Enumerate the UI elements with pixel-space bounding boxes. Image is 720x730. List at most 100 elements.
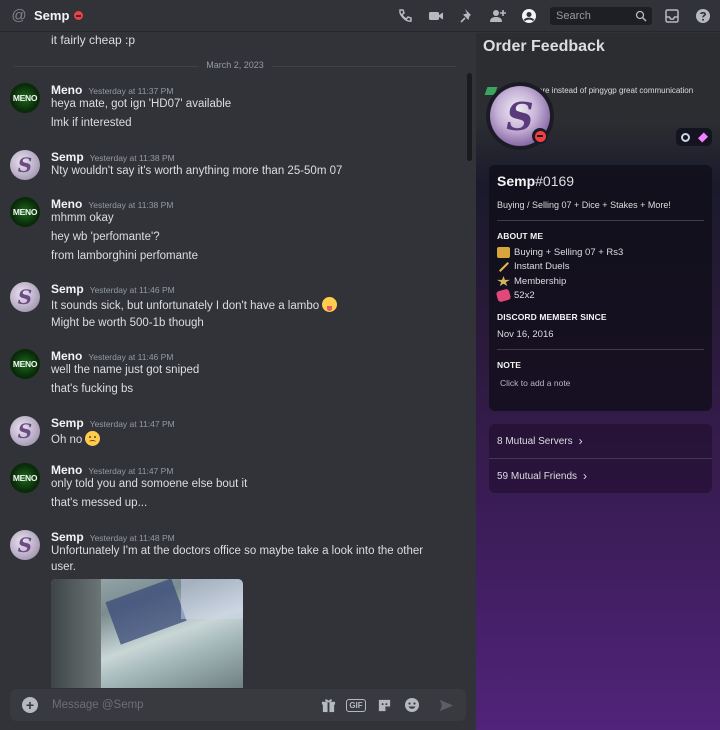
at-icon: @ bbox=[11, 6, 27, 24]
message-text: that's fucking bs bbox=[51, 383, 134, 395]
image-attachment[interactable] bbox=[51, 579, 243, 688]
date-divider-label: March 2, 2023 bbox=[198, 60, 272, 70]
mutuals-box: 8 Mutual Servers › 59 Mutual Friends › bbox=[489, 424, 712, 493]
message-text: hey wb 'perfomante'? bbox=[51, 231, 160, 243]
chevron-right-icon: › bbox=[583, 469, 588, 483]
message-text: It sounds sick, but unfortunately I don'… bbox=[51, 297, 338, 312]
user-profile-panel: Order Feedback ere instead of pingygp gr… bbox=[476, 33, 720, 730]
divider bbox=[497, 220, 704, 221]
custom-status: Buying / Selling 07 + Dice + Stakes + Mo… bbox=[497, 200, 671, 210]
dnd-status-icon bbox=[532, 128, 548, 144]
hypesquad-badge-icon[interactable] bbox=[680, 132, 690, 142]
avatar[interactable]: S bbox=[10, 282, 40, 312]
dnd-status-icon bbox=[74, 11, 84, 20]
sword-icon bbox=[497, 261, 510, 272]
send-icon[interactable] bbox=[436, 695, 456, 715]
search-box[interactable] bbox=[550, 7, 652, 25]
message-text: Nty wouldn't say it's worth anything mor… bbox=[51, 165, 343, 177]
message-author[interactable]: Semp bbox=[51, 150, 84, 164]
message-list[interactable]: it fairly cheap :p March 2, 2023 MENO Me… bbox=[0, 33, 475, 688]
message-text: mhmm okay bbox=[51, 212, 114, 224]
message-timestamp: Yesterday at 11:47 PM bbox=[89, 419, 175, 429]
message-text: well the name just got sniped bbox=[51, 364, 200, 376]
message-text: heya mate, got ign 'HD07' available bbox=[51, 98, 232, 110]
banner-text: ere instead of pingygp great communicati… bbox=[538, 86, 694, 95]
emoji-picker-icon[interactable] bbox=[402, 695, 422, 715]
avatar[interactable]: MENO bbox=[10, 83, 40, 113]
dm-header: @ Semp bbox=[0, 0, 720, 32]
about-line: Membership bbox=[497, 276, 566, 287]
pinned-messages-icon[interactable] bbox=[456, 5, 478, 27]
message-composer: + GIF bbox=[10, 689, 466, 721]
avatar[interactable]: MENO bbox=[10, 463, 40, 493]
message-timestamp: Yesterday at 11:48 PM bbox=[89, 533, 175, 543]
inbox-icon[interactable] bbox=[661, 5, 683, 27]
member-since-heading: DISCORD MEMBER SINCE bbox=[497, 312, 607, 322]
gif-icon[interactable]: GIF bbox=[346, 695, 366, 715]
frowning-emoji-icon bbox=[85, 431, 101, 446]
gift-icon[interactable] bbox=[318, 695, 338, 715]
message-text: it fairly cheap :p bbox=[51, 33, 136, 47]
message-text: Unfortunately I'm at the doctors office … bbox=[51, 545, 424, 573]
user-profile-icon[interactable] bbox=[518, 5, 540, 27]
message-text: only told you and somoene else bout it bbox=[51, 478, 248, 490]
voice-call-icon[interactable] bbox=[394, 5, 416, 27]
profile-card: Semp#0169 Buying / Selling 07 + Dice + S… bbox=[489, 165, 712, 411]
chevron-right-icon: › bbox=[578, 434, 583, 448]
discord-dm-window: @ Semp Search it fairly cheap:p March 2… bbox=[0, 0, 720, 730]
add-friends-to-dm-icon[interactable] bbox=[487, 5, 509, 27]
message-text: lmk if interested bbox=[51, 117, 132, 129]
about-line: Buying + Selling 07 + Rs3 bbox=[497, 247, 623, 258]
about-line: 52x2 bbox=[495, 288, 535, 303]
date-divider: March 2, 2023 bbox=[14, 60, 456, 72]
tongue-emoji-icon bbox=[322, 297, 338, 312]
message-timestamp: Yesterday at 11:46 PM bbox=[89, 285, 175, 295]
search-input[interactable] bbox=[556, 10, 636, 22]
message-timestamp: Yesterday at 11:46 PM bbox=[88, 352, 174, 362]
mutual-friends-button[interactable]: 59 Mutual Friends › bbox=[489, 459, 712, 493]
message-timestamp: Yesterday at 11:47 PM bbox=[88, 466, 174, 476]
note-input[interactable]: Click to add a note bbox=[500, 378, 570, 388]
message-author[interactable]: Meno bbox=[51, 463, 82, 477]
member-since-date: Nov 16, 2016 bbox=[497, 329, 554, 340]
divider bbox=[497, 349, 704, 350]
message-timestamp: Yesterday at 11:37 PM bbox=[88, 86, 174, 96]
note-heading: NOTE bbox=[497, 360, 522, 370]
message-author[interactable]: Semp bbox=[51, 530, 84, 544]
panel-title: Order Feedback bbox=[483, 38, 605, 55]
message-author[interactable]: Meno bbox=[51, 349, 82, 363]
avatar[interactable]: S bbox=[10, 416, 40, 446]
star-icon bbox=[497, 276, 510, 287]
avatar[interactable]: MENO bbox=[10, 197, 40, 227]
avatar[interactable]: MENO bbox=[10, 349, 40, 379]
message-text: from lamborghini perfomante bbox=[51, 250, 199, 262]
chat-scrollbar[interactable] bbox=[467, 73, 472, 161]
search-icon bbox=[635, 10, 647, 22]
message-author[interactable]: Semp bbox=[51, 282, 84, 296]
message-author[interactable]: Meno bbox=[51, 197, 82, 211]
gem-icon bbox=[495, 288, 512, 303]
about-me-heading: ABOUT ME bbox=[497, 231, 544, 241]
money-icon bbox=[497, 247, 510, 258]
sticker-icon[interactable] bbox=[374, 695, 394, 715]
composer-tools: GIF bbox=[310, 695, 456, 715]
avatar[interactable]: S bbox=[10, 530, 40, 560]
message-author[interactable]: Semp bbox=[51, 416, 84, 430]
mutual-servers-button[interactable]: 8 Mutual Servers › bbox=[489, 424, 712, 458]
message-input[interactable] bbox=[52, 699, 292, 711]
about-line: Instant Duels bbox=[497, 261, 569, 272]
message-timestamp: Yesterday at 11:38 PM bbox=[89, 153, 175, 163]
message-author[interactable]: Meno bbox=[51, 83, 82, 97]
nitro-badge-icon[interactable] bbox=[698, 131, 709, 143]
help-icon[interactable] bbox=[692, 5, 714, 27]
profile-username: Semp#0169 bbox=[497, 173, 575, 189]
attach-plus-icon[interactable]: + bbox=[22, 697, 38, 713]
header-toolbar bbox=[385, 0, 720, 32]
message-text: that's messed up... bbox=[51, 497, 148, 509]
message-text: Might be worth 500-1b though bbox=[51, 317, 204, 329]
message-timestamp: Yesterday at 11:38 PM bbox=[88, 200, 174, 210]
header-username[interactable]: Semp bbox=[34, 8, 69, 23]
video-call-icon[interactable] bbox=[425, 5, 447, 27]
profile-badges bbox=[676, 128, 712, 146]
avatar[interactable]: S bbox=[10, 150, 40, 180]
